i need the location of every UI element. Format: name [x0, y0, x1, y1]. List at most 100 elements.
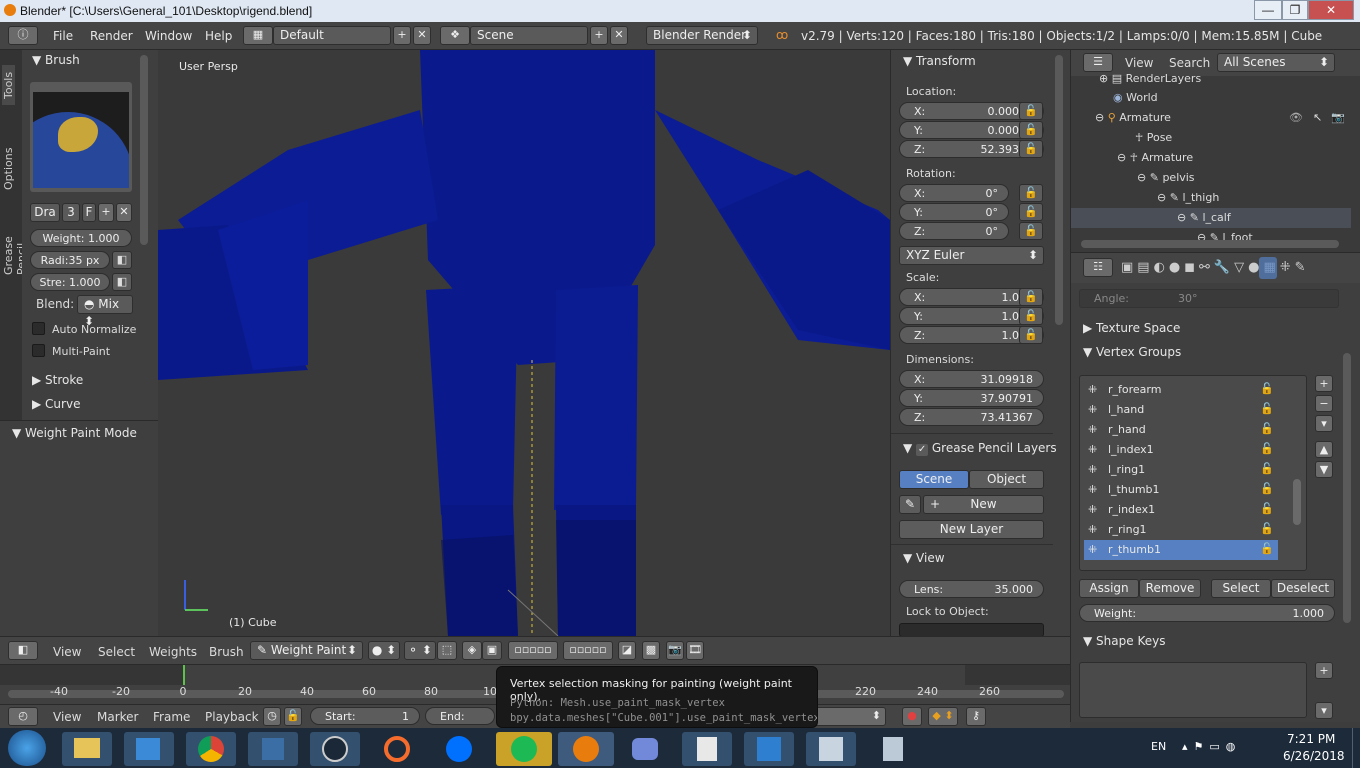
vertex-group-row[interactable]: ⁜ r_ring1 🔓: [1084, 520, 1278, 540]
keying-icon[interactable]: ⚷: [966, 707, 986, 726]
brush-users[interactable]: 3: [62, 203, 80, 222]
auto-normalize-checkbox[interactable]: [32, 322, 45, 335]
start-frame-field[interactable]: Start: 1: [310, 707, 420, 725]
multi-paint-checkbox[interactable]: [32, 344, 45, 357]
vertex-group-lock-icon[interactable]: 🔓: [1260, 382, 1274, 395]
weight-slider[interactable]: Weight: 1.000: [30, 229, 132, 247]
scene-remove-icon[interactable]: ✕: [610, 26, 628, 45]
assign-button[interactable]: Assign: [1079, 579, 1139, 598]
layers-grid-icon[interactable]: ▫▫▫▫▫: [563, 641, 613, 660]
layout-select[interactable]: Default: [273, 26, 391, 45]
grease-pencil-layers-header[interactable]: ▼ ✓ Grease Pencil Layers: [903, 441, 1057, 456]
vertex-group-row[interactable]: ⁜ r_index1 🔓: [1084, 500, 1278, 520]
uplay-icon[interactable]: [434, 732, 484, 766]
scene-select[interactable]: Scene: [470, 26, 588, 45]
vertex-group-row[interactable]: ⁜ l_hand 🔓: [1084, 400, 1278, 420]
security-shield-icon[interactable]: [248, 732, 298, 766]
gp-scene-tab[interactable]: Scene: [899, 470, 969, 489]
clock-time[interactable]: 7:21 PM: [1287, 732, 1335, 746]
blender-taskbar-icon[interactable]: [558, 732, 614, 766]
outliner-item[interactable]: ⊖ ✎ pelvis: [1137, 171, 1195, 184]
menu-render[interactable]: Render: [90, 29, 133, 43]
current-frame-marker[interactable]: [183, 665, 185, 685]
discord-icon[interactable]: [620, 732, 670, 766]
menu-window[interactable]: Window: [145, 29, 192, 43]
render-region-icon[interactable]: ▩: [642, 641, 660, 660]
gp-object-tab[interactable]: Object: [969, 470, 1044, 489]
vertex-group-row[interactable]: ⁜ l_index1 🔓: [1084, 440, 1278, 460]
viewport-menu-view[interactable]: View: [53, 645, 81, 659]
render-engine-select[interactable]: Blender Render ⬍: [646, 26, 758, 45]
dimension-z-field[interactable]: Z: 73.41367: [899, 408, 1044, 426]
shape-keys-header[interactable]: ▼ Shape Keys: [1083, 634, 1165, 648]
viewport-menu-select[interactable]: Select: [98, 645, 135, 659]
media-player-icon[interactable]: [124, 732, 174, 766]
vertex-group-lock-icon[interactable]: 🔓: [1260, 482, 1274, 495]
camera-icon[interactable]: 📷: [666, 641, 684, 660]
3d-viewport[interactable]: User Persp (1) Cube: [158, 50, 890, 636]
language-indicator[interactable]: EN: [1151, 740, 1166, 753]
select-button[interactable]: Select: [1211, 579, 1271, 598]
tray-icons[interactable]: ▴⚑▭◍: [1182, 740, 1241, 753]
clock-date[interactable]: 6/26/2018: [1283, 749, 1345, 763]
render-camera-icon[interactable]: 📷: [1331, 111, 1345, 124]
lock-icon[interactable]: 🔓: [1019, 102, 1043, 120]
tab-options[interactable]: Options: [2, 148, 15, 190]
move-down-icon[interactable]: ▼: [1315, 461, 1333, 478]
scene-icon[interactable]: ❖: [440, 26, 470, 45]
layout-grid-icon[interactable]: ▦: [243, 26, 273, 45]
vertex-group-specials-icon[interactable]: ▾: [1315, 415, 1333, 432]
radius-pressure-icon[interactable]: ◧: [112, 251, 132, 269]
toolshelf-scrollbar[interactable]: [140, 55, 148, 245]
vertex-group-row[interactable]: ⁜ r_forearm 🔓: [1084, 380, 1278, 400]
vertex-group-lock-icon[interactable]: 🔓: [1260, 442, 1274, 455]
viewport-menu-weights[interactable]: Weights: [149, 645, 197, 659]
vertex-group-row[interactable]: ⁜ l_thumb1 🔓: [1084, 480, 1278, 500]
outliner-scrollbar[interactable]: [1081, 240, 1339, 248]
outliner-menu-search[interactable]: Search: [1169, 56, 1210, 70]
start-button-icon[interactable]: [8, 730, 46, 766]
vertex-mask-icon[interactable]: ◈: [462, 641, 482, 660]
timeline-menu-view[interactable]: View: [53, 710, 81, 724]
gp-new-button[interactable]: + New: [923, 495, 1044, 514]
context-tab-icons[interactable]: ▣▤◐●◼⚯🔧▽●▦⁜✎: [1121, 260, 1310, 275]
outliner-item[interactable]: ⊖ ✎ l_calf: [1177, 211, 1231, 224]
steam-icon[interactable]: [310, 732, 360, 766]
maximize-button[interactable]: ❐: [1282, 0, 1308, 20]
vertex-group-remove-icon[interactable]: −: [1315, 395, 1333, 412]
preview-range-icon[interactable]: ◷: [263, 707, 281, 726]
blend-select[interactable]: ◓ Mix ⬍: [77, 295, 133, 328]
layout-add-icon[interactable]: +: [393, 26, 411, 45]
vertex-group-row[interactable]: ⁜ r_thumb1 🔓: [1084, 540, 1278, 560]
outliner-menu-view[interactable]: View: [1125, 56, 1153, 70]
shape-key-specials-icon[interactable]: ▾: [1315, 702, 1333, 719]
notepad-icon[interactable]: [682, 732, 732, 766]
weight-paint-mode-header[interactable]: ▼ Weight Paint Mode: [12, 426, 137, 440]
editor-type-3d-icon[interactable]: ◧: [8, 641, 38, 660]
editor-type-info-icon[interactable]: ⓘ: [8, 26, 38, 45]
lock-icon[interactable]: 🔓: [1019, 307, 1043, 325]
outliner-item[interactable]: ☥ Pose: [1135, 131, 1172, 144]
lock-to-object-field[interactable]: [899, 623, 1044, 637]
outliner-editor-icon[interactable]: ☰: [1083, 53, 1113, 72]
rotation-y-field[interactable]: Y: 0°: [899, 203, 1009, 221]
texture-space-header[interactable]: ▶ Texture Space: [1083, 321, 1180, 335]
dimension-x-field[interactable]: X: 31.09918: [899, 370, 1044, 388]
lock-icon[interactable]: 🔓: [1019, 326, 1043, 344]
layout-remove-icon[interactable]: ✕: [413, 26, 431, 45]
select-cursor-icon[interactable]: ↖: [1313, 111, 1322, 124]
lock-icon[interactable]: 🔓: [1019, 203, 1043, 221]
properties-editor-icon[interactable]: ☷: [1083, 258, 1113, 277]
tab-tools[interactable]: Tools: [2, 65, 15, 105]
vertex-group-row[interactable]: ⁜ l_ring1 🔓: [1084, 460, 1278, 480]
end-frame-field[interactable]: End:: [425, 707, 495, 725]
spotify-icon[interactable]: [496, 732, 552, 766]
lock-camera-icon[interactable]: ◪: [618, 641, 636, 660]
outliner-item[interactable]: ⊖ ⚲ Armature: [1095, 111, 1171, 124]
vertex-group-lock-icon[interactable]: 🔓: [1260, 462, 1274, 475]
chrome-icon[interactable]: [186, 732, 236, 766]
outliner-filter-select[interactable]: All Scenes ⬍: [1217, 53, 1335, 72]
origin-icon[interactable]: [372, 732, 422, 766]
vertex-group-lock-icon[interactable]: 🔓: [1260, 402, 1274, 415]
layers-grid-icon[interactable]: ▫▫▫▫▫: [508, 641, 558, 660]
